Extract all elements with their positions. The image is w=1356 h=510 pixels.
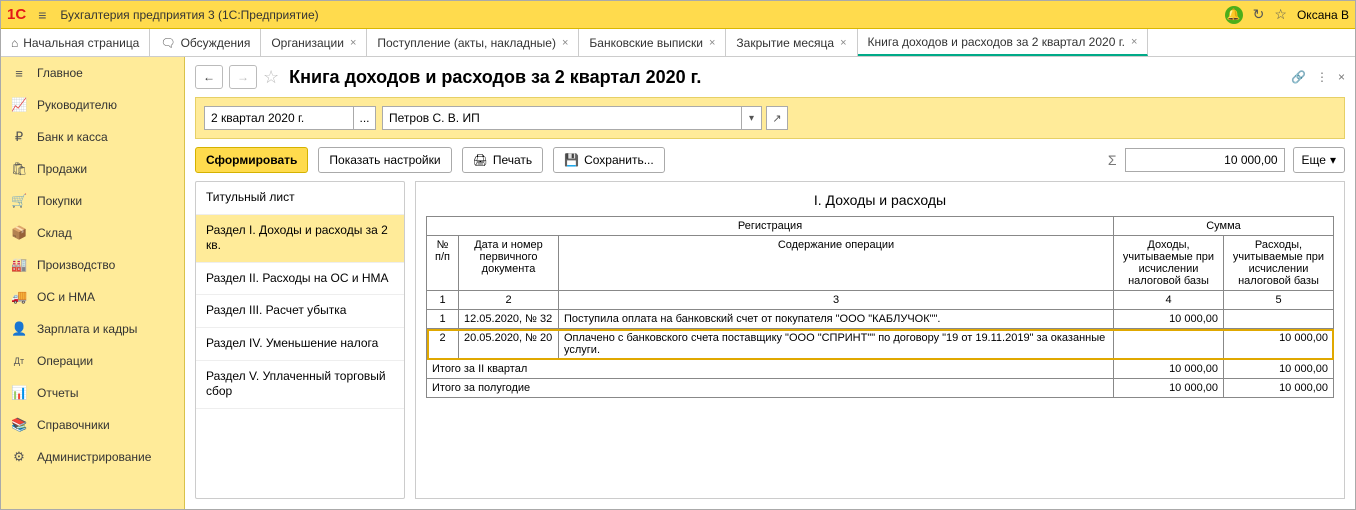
sigma-icon: Σ <box>1108 152 1117 168</box>
tab-closing[interactable]: Закрытие месяца× <box>726 29 857 56</box>
period-group: ... <box>204 106 376 130</box>
sidebar-item-sales[interactable]: 🛍Продажи <box>1 153 184 185</box>
section-r1[interactable]: Раздел I. Доходы и расходы за 2 кв. <box>196 215 404 263</box>
sidebar: ≡Главное 📈Руководителю ₽Банк и касса 🛍Пр… <box>1 57 185 509</box>
sidebar-item-main[interactable]: ≡Главное <box>1 57 184 89</box>
header-expense: Расходы, учитываемые при исчислении нало… <box>1224 236 1334 291</box>
cart-icon: 🛒 <box>11 193 27 209</box>
sidebar-item-assets[interactable]: 🚚ОС и НМА <box>1 281 184 313</box>
sidebar-item-manager[interactable]: 📈Руководителю <box>1 89 184 121</box>
sidebar-item-hr[interactable]: 👤Зарплата и кадры <box>1 313 184 345</box>
section-r3[interactable]: Раздел III. Расчет убытка <box>196 295 404 328</box>
print-button[interactable]: 🖨Печать <box>462 147 544 173</box>
report-area: I. Доходы и расходы Регистрация Сумма № … <box>415 181 1345 499</box>
truck-icon: 🚚 <box>11 289 27 305</box>
dtkt-icon: Дт <box>11 356 27 366</box>
form-button[interactable]: Сформировать <box>195 147 308 173</box>
person-icon: 👤 <box>11 321 27 337</box>
app-title: Бухгалтерия предприятия 3 (1С:Предприяти… <box>60 8 318 22</box>
settings-button[interactable]: Показать настройки <box>318 147 451 173</box>
content: ← → ☆ Книга доходов и расходов за 2 квар… <box>185 57 1355 509</box>
close-icon[interactable]: × <box>840 37 846 49</box>
forward-button[interactable]: → <box>229 65 257 89</box>
tab-home[interactable]: ⌂Начальная страница <box>1 29 150 56</box>
bars-icon: 📊 <box>11 385 27 401</box>
close-icon[interactable]: × <box>350 37 356 49</box>
total-row: Итого за II квартал 10 000,00 10 000,00 <box>427 360 1334 379</box>
filter-bar: ... ▾ ↗ <box>195 97 1345 139</box>
header-sum: Сумма <box>1114 217 1334 236</box>
ruble-icon: ₽ <box>11 129 27 145</box>
favorite-icon[interactable]: ☆ <box>263 67 279 88</box>
titlebar: 1С ≡ Бухгалтерия предприятия 3 (1С:Предп… <box>1 1 1355 29</box>
star-icon[interactable]: ☆ <box>1274 6 1287 23</box>
history-icon[interactable]: ↻ <box>1253 6 1265 23</box>
menu-icon[interactable]: ≡ <box>38 7 46 23</box>
gear-icon: ⚙ <box>11 449 27 465</box>
books-icon: 📚 <box>11 417 27 433</box>
sidebar-item-refs[interactable]: 📚Справочники <box>1 409 184 441</box>
page-header: ← → ☆ Книга доходов и расходов за 2 квар… <box>185 57 1355 97</box>
header-date: Дата и номер первичного документа <box>459 236 559 291</box>
home-icon: ⌂ <box>11 36 18 50</box>
total-row: Итого за полугодие 10 000,00 10 000,00 <box>427 379 1334 398</box>
header-income: Доходы, учитываемые при исчислении налог… <box>1114 236 1224 291</box>
header-content: Содержание операции <box>559 236 1114 291</box>
tabbar: ⌂Начальная страница 🗨Обсуждения Организа… <box>1 29 1355 57</box>
more-button[interactable]: Еще▾ <box>1293 147 1345 173</box>
section-r4[interactable]: Раздел IV. Уменьшение налога <box>196 328 404 361</box>
tab-receipts[interactable]: Поступление (акты, накладные)× <box>367 29 579 56</box>
report-title: I. Доходы и расходы <box>426 192 1334 208</box>
sidebar-item-reports[interactable]: 📊Отчеты <box>1 377 184 409</box>
org-group: ▾ ↗ <box>382 106 788 130</box>
back-button[interactable]: ← <box>195 65 223 89</box>
sum-input[interactable] <box>1125 148 1285 172</box>
org-input[interactable] <box>382 106 742 130</box>
table-row-selected[interactable]: 2 20.05.2020, № 20 Оплачено с банковског… <box>427 329 1334 360</box>
username-label[interactable]: Оксана В <box>1297 8 1349 22</box>
close-icon[interactable]: × <box>562 37 568 49</box>
org-open-button[interactable]: ↗ <box>766 106 788 130</box>
header-registration: Регистрация <box>427 217 1114 236</box>
bag-icon: 🛍 <box>11 161 27 177</box>
close-icon[interactable]: × <box>709 37 715 49</box>
sidebar-item-warehouse[interactable]: 📦Склад <box>1 217 184 249</box>
close-icon[interactable]: × <box>1131 36 1137 48</box>
menu-icon: ≡ <box>11 66 27 81</box>
sidebar-item-bank[interactable]: ₽Банк и касса <box>1 121 184 153</box>
period-input[interactable] <box>204 106 354 130</box>
table-row[interactable]: 1 12.05.2020, № 32 Поступила оплата на б… <box>427 310 1334 329</box>
notification-icon[interactable]: 🔔 <box>1225 6 1243 24</box>
sections-list: Титульный лист Раздел I. Доходы и расход… <box>195 181 405 499</box>
tab-kudir[interactable]: Книга доходов и расходов за 2 квартал 20… <box>858 29 1149 56</box>
tab-bank[interactable]: Банковские выписки× <box>579 29 726 56</box>
section-r2[interactable]: Раздел II. Расходы на ОС и НМА <box>196 263 404 296</box>
sidebar-item-admin[interactable]: ⚙Администрирование <box>1 441 184 473</box>
box-icon: 📦 <box>11 225 27 241</box>
print-icon: 🖨 <box>473 153 488 167</box>
section-r5[interactable]: Раздел V. Уплаченный торговый сбор <box>196 361 404 409</box>
period-select-button[interactable]: ... <box>354 106 376 130</box>
section-title[interactable]: Титульный лист <box>196 182 404 215</box>
close-page-icon[interactable]: × <box>1338 70 1345 84</box>
more-icon[interactable]: ⋮ <box>1316 70 1328 84</box>
save-icon: 💾 <box>564 153 579 167</box>
header-num: № п/п <box>427 236 459 291</box>
link-icon[interactable]: 🔗 <box>1291 70 1306 84</box>
chevron-down-icon: ▾ <box>1330 153 1336 167</box>
chat-icon: 🗨 <box>160 36 175 50</box>
tab-organizations[interactable]: Организации× <box>261 29 367 56</box>
sidebar-item-production[interactable]: 🏭Производство <box>1 249 184 281</box>
tab-discussions[interactable]: 🗨Обсуждения <box>150 29 261 56</box>
sidebar-item-operations[interactable]: ДтОперации <box>1 345 184 377</box>
factory-icon: 🏭 <box>11 257 27 273</box>
chart-icon: 📈 <box>11 97 27 113</box>
save-button[interactable]: 💾Сохранить... <box>553 147 665 173</box>
page-title: Книга доходов и расходов за 2 квартал 20… <box>289 67 701 88</box>
sidebar-item-purchases[interactable]: 🛒Покупки <box>1 185 184 217</box>
app-logo: 1С <box>7 6 26 23</box>
toolbar: Сформировать Показать настройки 🖨Печать … <box>185 139 1355 181</box>
org-dropdown-button[interactable]: ▾ <box>742 106 762 130</box>
report-table: Регистрация Сумма № п/п Дата и номер пер… <box>426 216 1334 398</box>
